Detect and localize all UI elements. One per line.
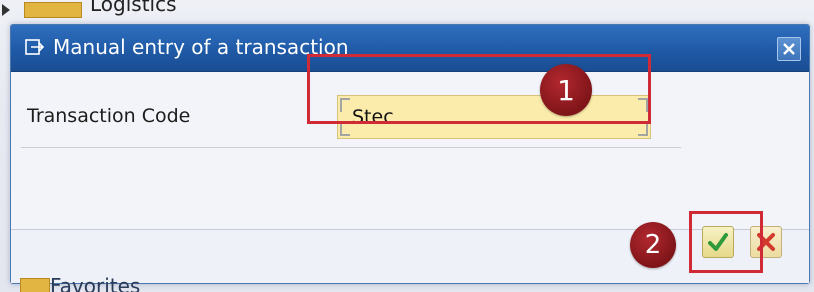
keyboard-entry-icon <box>25 39 45 55</box>
folder-icon <box>24 2 82 18</box>
folder-icon <box>20 278 50 292</box>
dialog-title: Manual entry of a transaction <box>53 35 349 59</box>
tree-item-label: Logistics <box>90 0 177 16</box>
close-icon <box>783 43 795 55</box>
screen: Logistics Manual entry of a transaction … <box>0 0 814 292</box>
highlight-box-step-2 <box>689 211 763 273</box>
step-badge-2: 2 <box>630 222 676 268</box>
transaction-code-label: Transaction Code <box>27 105 191 127</box>
background-tree-item-logistics: Logistics <box>0 0 300 22</box>
tree-item-label: Favorites <box>50 274 141 292</box>
highlight-box-step-1 <box>307 54 651 124</box>
expand-arrow-icon <box>2 4 10 16</box>
close-button[interactable] <box>777 37 801 61</box>
step-badge-1: 1 <box>540 64 592 116</box>
background-tree-item-favorites: Favorites <box>0 274 300 292</box>
